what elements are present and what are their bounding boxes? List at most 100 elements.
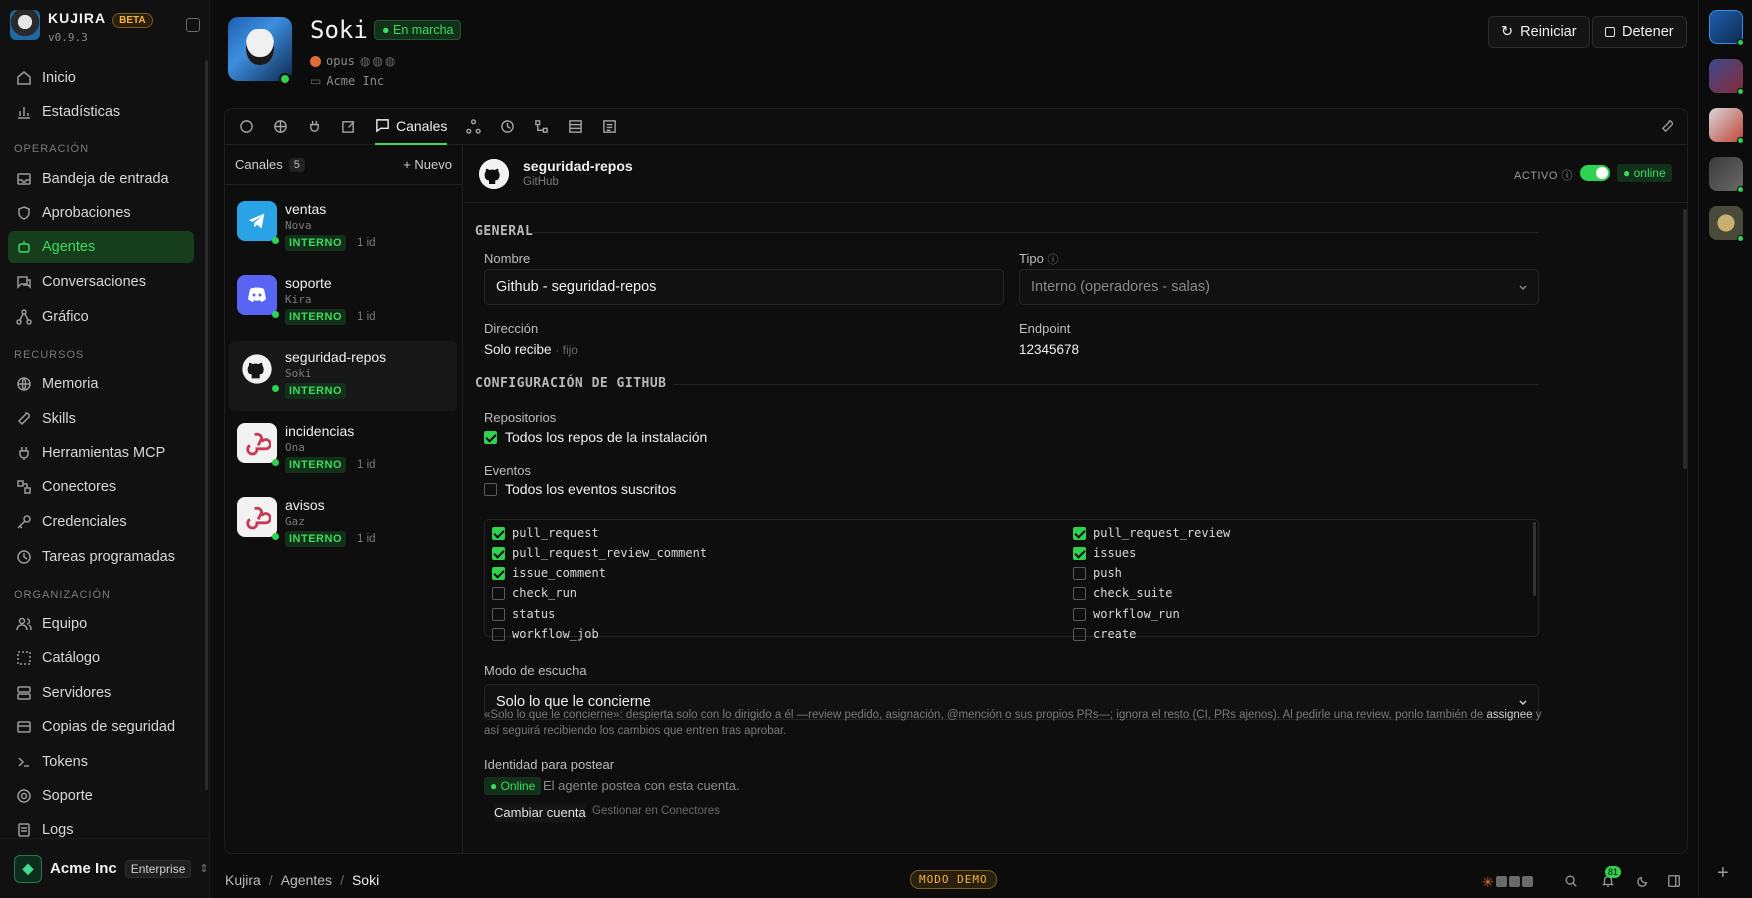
channel-item-incidencias[interactable]: incidencias Ona INTERNO 1 id [229, 415, 457, 485]
nav-item-conectores[interactable]: Conectores [8, 471, 194, 503]
nav-item-aprobaciones[interactable]: Aprobaciones [8, 197, 194, 229]
all-repos-checkbox[interactable]: Todos los repos de la instalación [484, 429, 707, 445]
nav-item-tokens[interactable]: Tokens [8, 746, 194, 778]
event-name: push [1093, 566, 1122, 580]
checkbox-unchecked [484, 482, 497, 496]
event-checkbox[interactable]: check_suite [1073, 586, 1172, 600]
event-name: issues [1093, 546, 1137, 560]
nav-item-copias[interactable]: Copias de seguridad [8, 711, 194, 743]
tab-graph[interactable] [466, 109, 482, 145]
tab-memory[interactable] [273, 109, 288, 145]
nav-item-inicio[interactable]: Inicio [8, 62, 194, 94]
tab-chat[interactable] [239, 109, 254, 145]
checkbox-unchecked [1073, 627, 1086, 641]
nav-label: Tareas programadas [42, 549, 175, 565]
channel-name: ventas [285, 201, 327, 217]
event-checkbox[interactable]: issues [1073, 546, 1136, 560]
brand[interactable]: KUJIRA BETA v0.9.3 [10, 10, 153, 44]
tab-logs[interactable] [602, 109, 617, 145]
nav-item-memoria[interactable]: Memoria [8, 368, 194, 400]
event-name: status [512, 607, 556, 621]
agent-avatar[interactable] [228, 17, 292, 81]
plug-icon [19, 447, 29, 460]
beta-badge: BETA [112, 13, 153, 28]
org-switcher[interactable]: ◆ Acme Inc Enterprise ⇕ [0, 838, 210, 898]
channel-item-seguridad-repos[interactable]: seguridad-repos Soki INTERNO [229, 341, 457, 411]
online-dot [1737, 39, 1744, 46]
event-checkbox[interactable]: status [492, 607, 555, 621]
detail-scrollbar[interactable] [1683, 209, 1687, 469]
nav-item-equipo[interactable]: Equipo [8, 608, 194, 640]
breadcrumb-item[interactable]: Kujira [225, 872, 261, 888]
event-checkbox[interactable]: pull_request_review [1073, 526, 1230, 540]
nav-item-estadisticas[interactable]: Estadísticas [8, 96, 194, 128]
telegram-icon [237, 201, 277, 241]
direction-text: Solo recibe [484, 342, 552, 357]
hint-emphasis: assignee [1486, 709, 1533, 721]
nav-label: Servidores [42, 685, 112, 701]
event-checkbox[interactable]: pull_request [492, 526, 599, 540]
event-checkbox[interactable]: workflow_run [1073, 607, 1180, 621]
sidebar-scrollbar[interactable] [205, 60, 208, 790]
active-toggle[interactable] [1580, 165, 1610, 181]
channel-item-avisos[interactable]: avisos Gaz INTERNO 1 id [229, 489, 457, 559]
channel-item-ventas[interactable]: ventas Nova INTERNO 1 id [229, 193, 457, 263]
chat-icon [17, 276, 31, 289]
tab-canales[interactable]: Canales [375, 109, 448, 145]
event-checkbox[interactable]: push [1073, 566, 1122, 580]
nav-item-agentes[interactable]: Agentes [8, 231, 194, 263]
clock-icon [17, 550, 31, 564]
manage-connectors-link[interactable]: Gestionar en Conectores [592, 805, 720, 817]
tab-data[interactable] [568, 109, 583, 145]
direction-note: · fijo [555, 343, 578, 357]
nav-item-mcp[interactable]: Herramientas MCP [8, 437, 194, 469]
online-text: online [1633, 166, 1666, 180]
nav-item-tareas[interactable]: Tareas programadas [8, 541, 194, 573]
event-checkbox[interactable]: workflow_job [492, 627, 599, 641]
restart-button[interactable]: ↻ Reiniciar [1488, 16, 1590, 48]
nav-item-servidores[interactable]: Servidores [8, 677, 194, 709]
tab-schedule[interactable] [500, 109, 515, 145]
events-label: Eventos [484, 463, 531, 478]
tab-tools[interactable] [307, 109, 322, 145]
nav-item-soporte[interactable]: Soporte [8, 780, 194, 812]
sidebar-collapse-icon[interactable] [186, 18, 200, 32]
github-icon [237, 349, 277, 389]
restart-label: Reiniciar [1520, 24, 1577, 40]
nav-item-grafico[interactable]: Gráfico [8, 301, 194, 333]
event-checkbox[interactable]: pull_request_review_comment [492, 546, 707, 560]
all-events-checkbox[interactable]: Todos los eventos suscritos [484, 481, 676, 497]
divider [674, 384, 1539, 385]
all-repos-label: Todos los repos de la instalación [505, 429, 708, 445]
events-scrollbar[interactable] [1533, 522, 1536, 596]
nav-item-conversaciones[interactable]: Conversaciones [8, 266, 194, 298]
channel-item-soporte[interactable]: soporte Kira INTERNO 1 id [229, 267, 457, 337]
online-dot [1737, 137, 1744, 144]
notifications-count: 81 [1605, 866, 1622, 878]
moon-icon[interactable] [1636, 874, 1650, 888]
tab-edit[interactable] [341, 109, 356, 145]
event-checkbox[interactable]: issue_comment [492, 566, 606, 580]
event-checkbox[interactable]: create [1073, 627, 1136, 641]
event-checkbox[interactable]: check_run [492, 586, 577, 600]
terminal-icon [18, 757, 29, 767]
type-select[interactable]: Interno (operadores - salas) [1019, 269, 1539, 305]
change-account-button[interactable]: Cambiar cuenta [494, 803, 586, 822]
breadcrumb-item[interactable]: Agentes [281, 872, 332, 888]
tab-flows[interactable] [534, 109, 549, 145]
online-dot [1737, 186, 1744, 193]
stop-button[interactable]: Detener [1592, 16, 1687, 48]
demo-mode-badge: MODO DEMO [910, 870, 997, 889]
nav-item-skills[interactable]: Skills [8, 403, 194, 435]
search-icon[interactable] [1564, 874, 1578, 888]
nav-item-bandeja[interactable]: Bandeja de entrada [8, 163, 194, 195]
name-input[interactable]: Github - seguridad-repos [484, 269, 1004, 305]
new-channel-button[interactable]: + Nuevo [403, 157, 452, 172]
add-agent-icon[interactable]: + [1717, 862, 1729, 885]
stop-icon [1605, 27, 1615, 37]
nav-item-catalogo[interactable]: Catálogo [8, 642, 194, 674]
nav-item-credenciales[interactable]: Credenciales [8, 506, 194, 538]
wrench-icon[interactable] [1660, 119, 1675, 134]
panel-icon[interactable] [1667, 874, 1681, 888]
event-name: pull_request [512, 526, 599, 540]
